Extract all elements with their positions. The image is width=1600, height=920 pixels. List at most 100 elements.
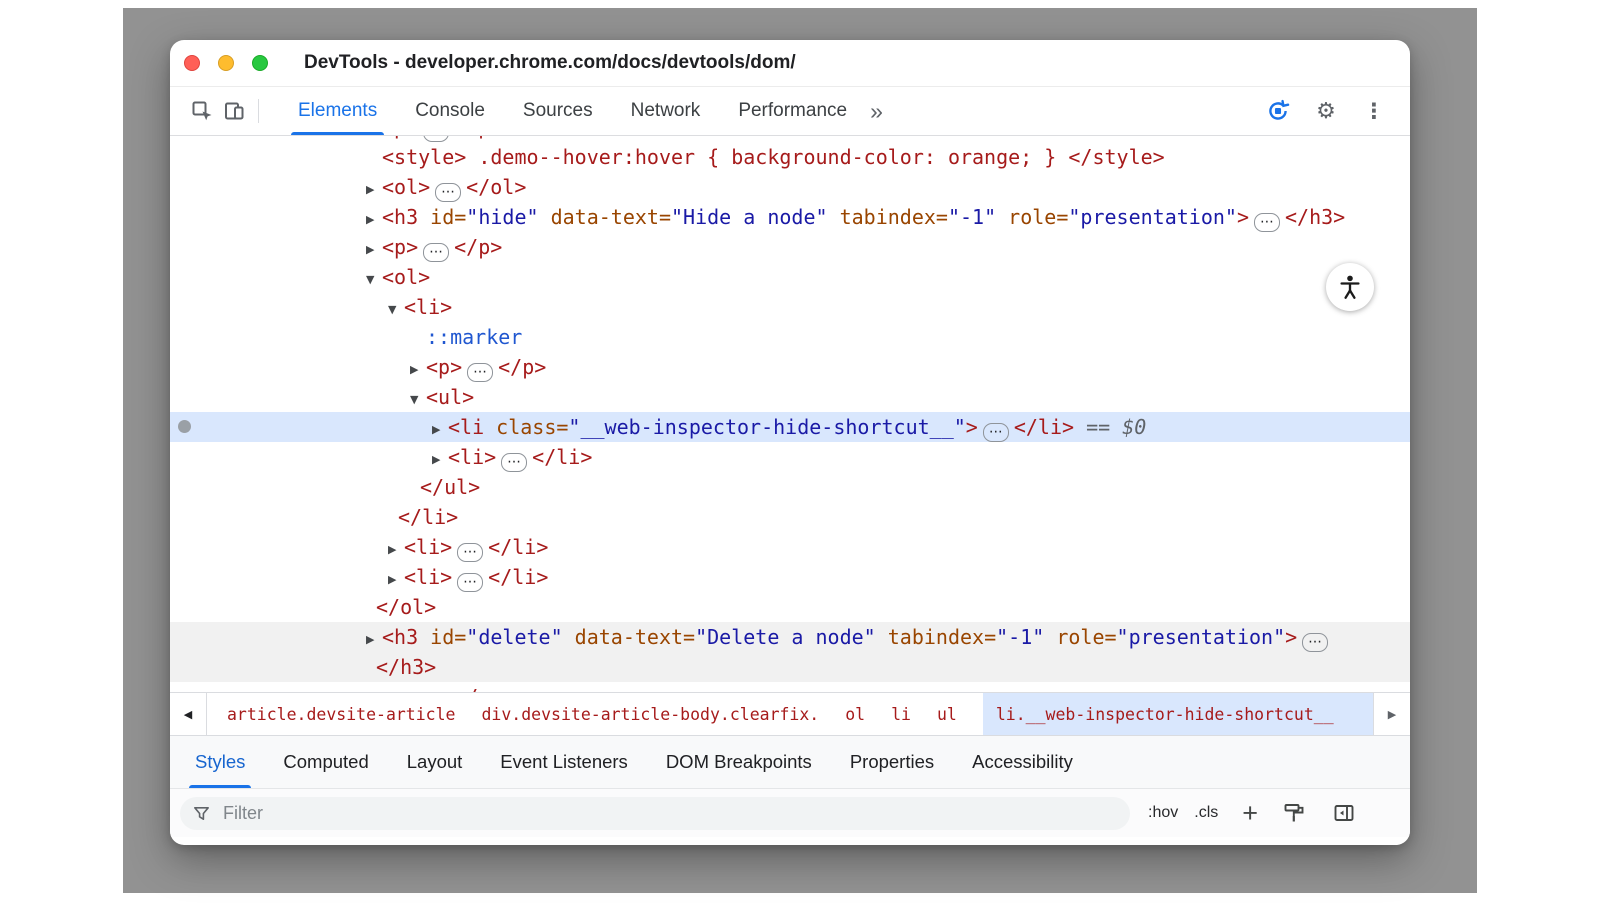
tab-sources[interactable]: Sources (504, 87, 612, 135)
dom-tree-row[interactable]: ▶<p></p> (170, 352, 1410, 382)
ellipsis-expander[interactable] (501, 453, 527, 472)
expand-arrow-icon[interactable]: ▶ (366, 235, 382, 265)
token-tag: </style> (1068, 145, 1164, 169)
token-tag: </h3> (376, 655, 436, 679)
token-tag: </ol> (466, 175, 526, 199)
ellipsis-expander[interactable] (1254, 213, 1280, 232)
token-tag: <li> (404, 535, 452, 559)
tab-layout[interactable]: Layout (388, 736, 482, 788)
dom-tree-row[interactable]: ▶<li></li> (170, 562, 1410, 592)
window-title: DevTools - developer.chrome.com/docs/dev… (304, 52, 796, 74)
expand-arrow-icon[interactable]: ▶ (432, 415, 448, 445)
expand-arrow-icon[interactable]: ▶ (366, 175, 382, 205)
tab-network[interactable]: Network (612, 87, 720, 135)
token-dollar: $0 (1122, 415, 1146, 439)
expand-arrow-icon[interactable]: ▶ (388, 565, 404, 595)
token-tag: <ol> (382, 265, 430, 289)
dom-tree-row[interactable]: </ul> (170, 472, 1410, 502)
breadcrumb-item[interactable]: ul (937, 693, 957, 735)
tab-dom-breakpoints[interactable]: DOM Breakpoints (647, 736, 831, 788)
tab-properties[interactable]: Properties (831, 736, 953, 788)
ellipsis-expander[interactable] (457, 543, 483, 562)
element-classes-button[interactable]: .cls (1194, 804, 1218, 822)
more-tabs-chevron-icon[interactable]: » (870, 98, 904, 125)
accessibility-person-icon[interactable] (1326, 263, 1374, 311)
dom-tree-row[interactable]: ▼<ol> (170, 262, 1410, 292)
expand-arrow-icon[interactable]: ▶ (366, 205, 382, 235)
expand-arrow-icon[interactable]: ▶ (432, 445, 448, 475)
breadcrumb-item[interactable]: article.devsite-article (227, 693, 455, 735)
show-sidebar-icon[interactable] (1330, 799, 1358, 827)
token-val: "__web-inspector-hide-shortcut__" (568, 415, 965, 439)
selected-node-bullet (178, 420, 191, 433)
dom-tree-row[interactable]: ::marker (170, 322, 1410, 352)
ellipsis-expander[interactable] (435, 183, 461, 202)
expand-arrow-icon[interactable]: ▶ (388, 535, 404, 565)
breadcrumb-item[interactable]: li (891, 693, 911, 735)
dom-tree-row[interactable]: ▶<h3 id="hide" data-text="Hide a node" t… (170, 202, 1410, 232)
dom-tree-row[interactable]: ▶<ol></ol> (170, 172, 1410, 202)
minimize-window-button[interactable] (218, 55, 234, 71)
kebab-menu-icon[interactable]: ⋮ (1358, 95, 1390, 127)
tab-console[interactable]: Console (396, 87, 504, 135)
expand-arrow-icon[interactable]: ▼ (410, 385, 426, 415)
token-tag: <p> (382, 685, 418, 692)
token-tag: <li> (448, 445, 496, 469)
tab-performance[interactable]: Performance (719, 87, 866, 135)
dom-tree-row[interactable]: ▶<p></p> (170, 682, 1410, 692)
ellipsis-expander[interactable] (467, 363, 493, 382)
expand-arrow-icon[interactable]: ▶ (366, 625, 382, 655)
styles-filter-input[interactable] (221, 802, 1045, 825)
tab-event-listeners[interactable]: Event Listeners (481, 736, 647, 788)
dom-tree-row[interactable]: </h3> (170, 652, 1410, 682)
token-tag: <p> (382, 136, 418, 139)
tab-accessibility[interactable]: Accessibility (953, 736, 1092, 788)
dom-tree-row[interactable]: ▶<li class="__web-inspector-hide-shortcu… (170, 412, 1410, 442)
dom-tree-row[interactable]: ▼<ul> (170, 382, 1410, 412)
close-window-button[interactable] (184, 55, 200, 71)
dom-tree-row[interactable]: </li> (170, 502, 1410, 532)
ellipsis-expander[interactable] (983, 423, 1009, 442)
filter-funnel-icon (192, 804, 211, 823)
token-tag: </ul> (420, 475, 480, 499)
breadcrumb-scroll-left-icon[interactable]: ◀ (170, 693, 207, 735)
breadcrumb-item[interactable]: div.devsite-article-body.clearfix. (481, 693, 819, 735)
dom-tree-row[interactable]: ▶<li> </li> (170, 532, 1410, 562)
zoom-window-button[interactable] (252, 55, 268, 71)
expand-arrow-icon[interactable]: ▶ (366, 685, 382, 692)
breadcrumb-scroll-right-icon[interactable]: ▶ (1373, 693, 1410, 735)
dom-tree-row[interactable]: ▶<h3 id="delete" data-text="Delete a nod… (170, 622, 1410, 652)
expand-arrow-icon[interactable]: ▼ (366, 265, 382, 295)
breadcrumb-list: article.devsite-article div.devsite-artic… (207, 693, 1373, 735)
paint-roller-icon[interactable] (1280, 799, 1308, 827)
settings-gear-icon[interactable]: ⚙ (1310, 95, 1342, 127)
toggle-element-state-button[interactable]: :hov (1148, 804, 1178, 822)
token-attr: role= (1044, 625, 1116, 649)
expand-arrow-icon[interactable]: ▶ (410, 355, 426, 385)
inspect-element-icon[interactable] (186, 95, 218, 127)
ellipsis-expander[interactable] (423, 243, 449, 262)
dom-tree-row[interactable]: <style> .demo--hover:hover { background-… (170, 142, 1410, 172)
tab-styles[interactable]: Styles (176, 736, 264, 788)
tab-computed[interactable]: Computed (264, 736, 387, 788)
dom-tree-row[interactable]: ▼<li> (170, 292, 1410, 322)
token-eq: == (1074, 415, 1122, 439)
ellipsis-expander[interactable] (423, 136, 449, 142)
new-style-rule-button[interactable]: + (1242, 800, 1258, 827)
token-tag: > (1237, 205, 1249, 229)
breadcrumb-item[interactable]: ol (845, 693, 865, 735)
dom-tree-row[interactable]: ▶<li></li> (170, 442, 1410, 472)
tab-elements[interactable]: Elements (279, 87, 396, 135)
token-tag: </li> (488, 535, 548, 559)
expand-arrow-icon[interactable]: ▼ (388, 295, 404, 325)
styles-filter-field[interactable] (180, 797, 1130, 830)
toolbar-divider (258, 99, 259, 123)
ellipsis-expander[interactable] (457, 573, 483, 592)
dom-rows: ▶<p></p> <style> .demo--hover:hover { bac… (170, 136, 1410, 692)
dom-tree-row[interactable]: ▶<p></p> (170, 232, 1410, 262)
dom-tree-row[interactable]: </ol> (170, 592, 1410, 622)
updates-refresh-icon[interactable] (1262, 95, 1294, 127)
device-toolbar-icon[interactable] (218, 95, 250, 127)
breadcrumb-item-selected[interactable]: li.__web-inspector-hide-shortcut__ (983, 693, 1373, 735)
ellipsis-expander[interactable] (1302, 633, 1328, 652)
